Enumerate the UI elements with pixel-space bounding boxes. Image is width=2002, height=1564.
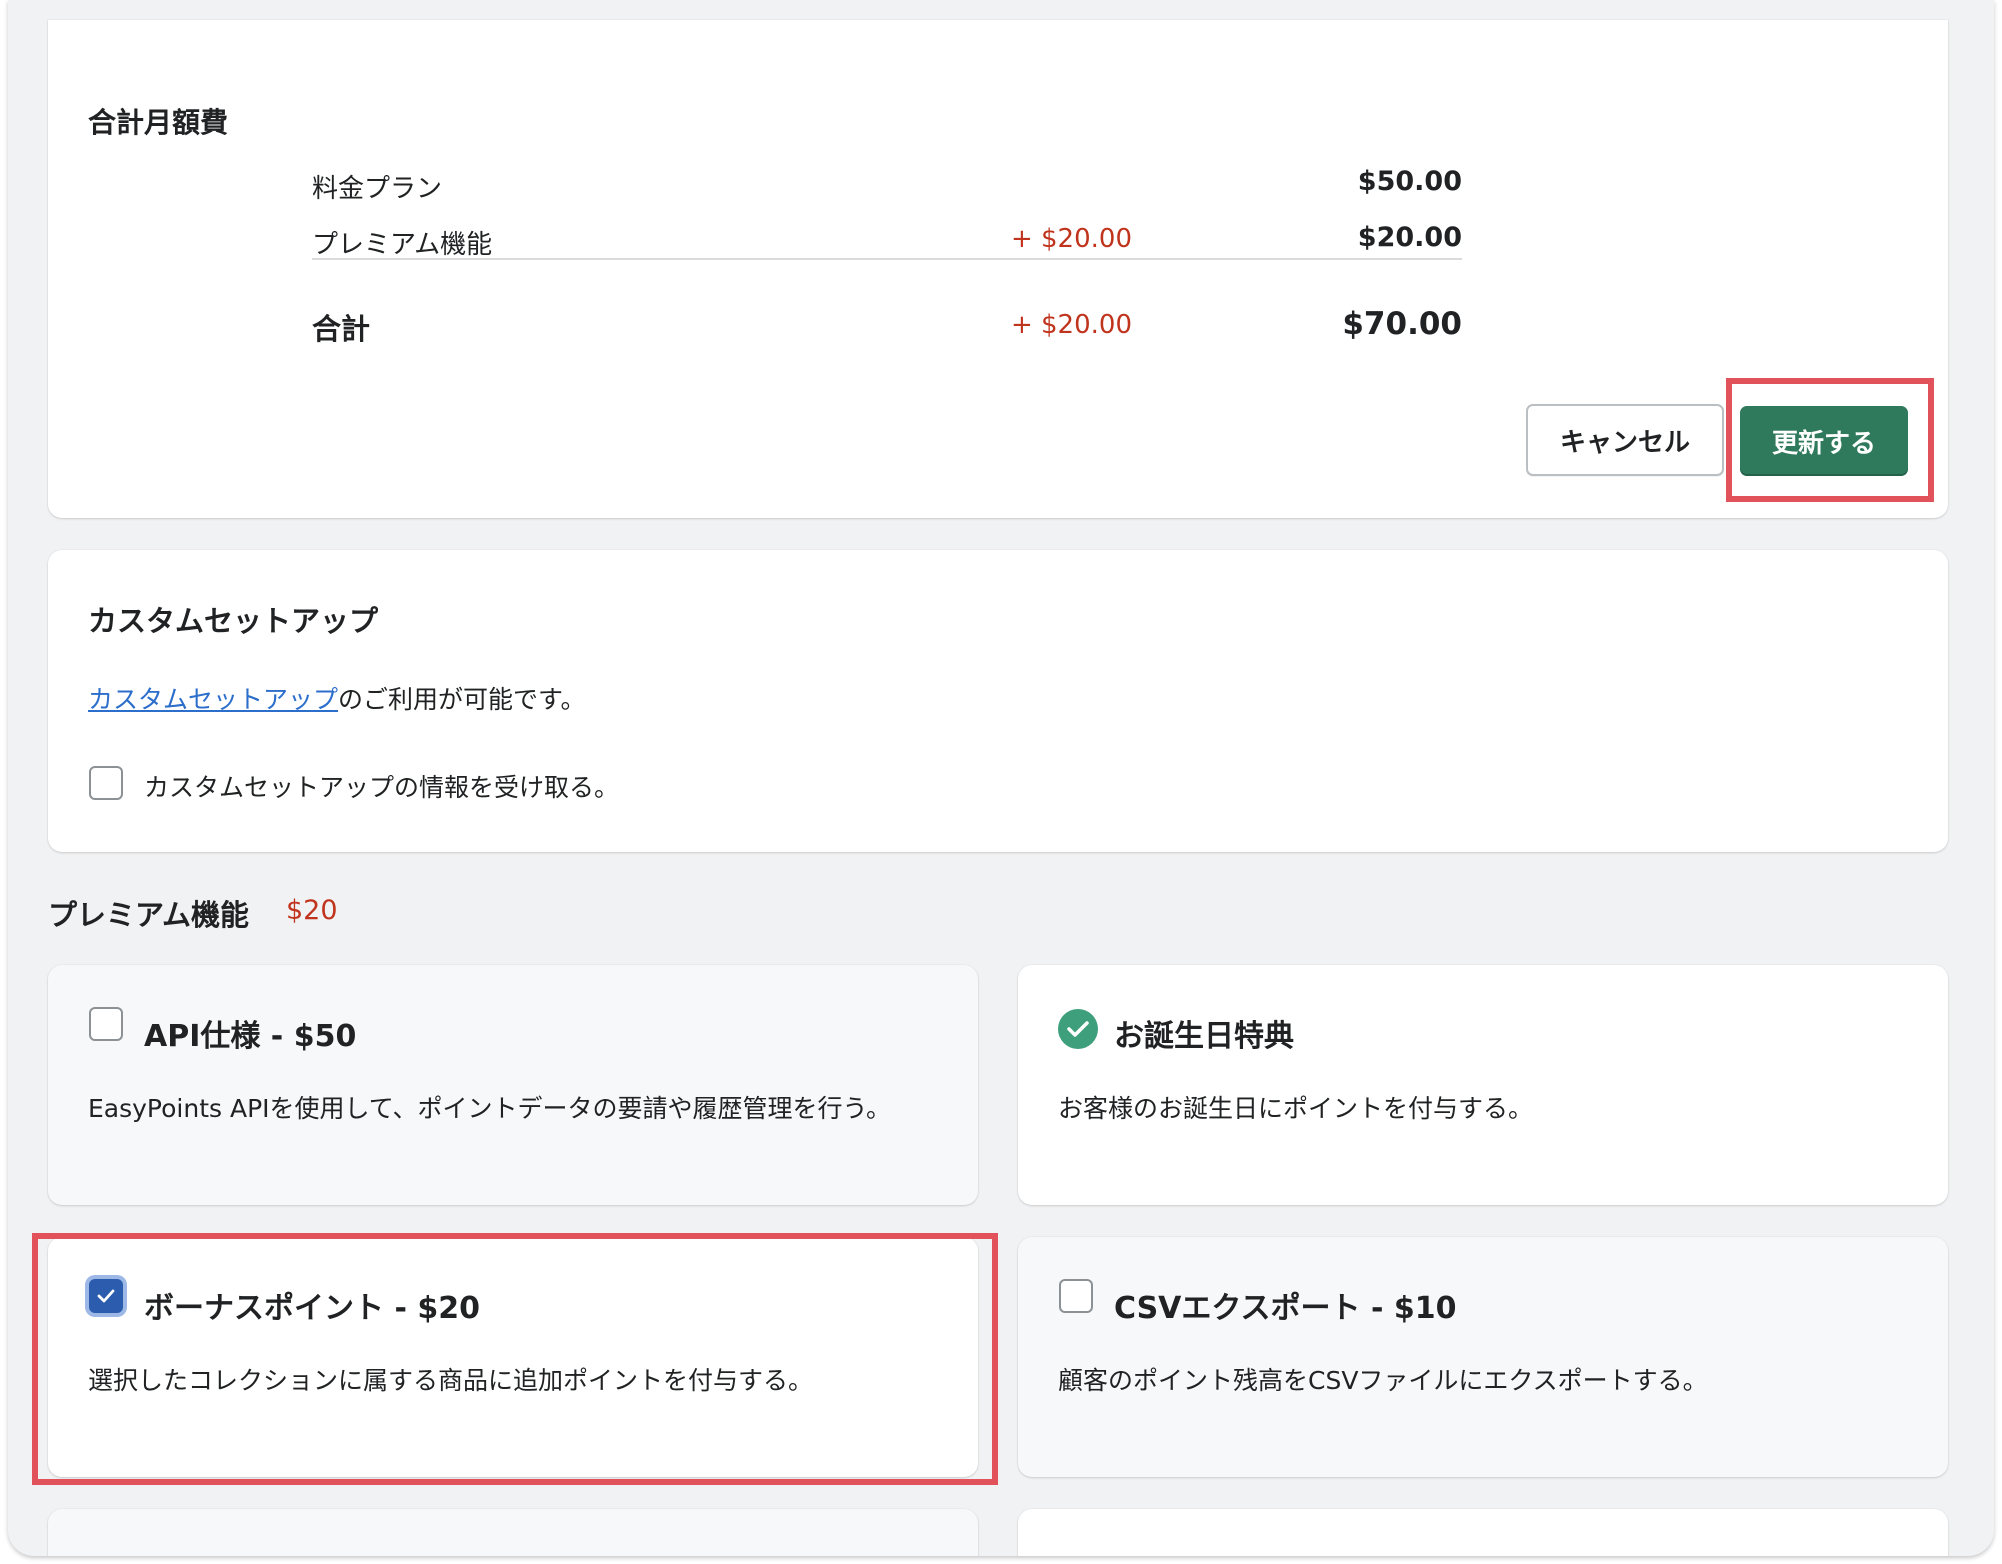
feature-checkbox-api[interactable] [89, 1007, 123, 1041]
custom-setup-text-suffix: のご利用が可能です。 [338, 685, 586, 714]
custom-setup-title: カスタムセットアップ [88, 604, 379, 638]
feature-title-csv-export: CSVエクスポート - $10 [1114, 1291, 1457, 1326]
cancel-button[interactable]: キャンセル [1526, 404, 1724, 476]
feature-card-api[interactable]: API仕様 - $50 EasyPoints APIを使用して、ポイントデータの… [48, 965, 978, 1205]
total-change: + $20.00 [1010, 310, 1132, 340]
feature-card-partial-right [1018, 1509, 1948, 1556]
app-frame: 合計月額費 料金プラン $50.00 プレミアム機能 + $20.00 $20.… [8, 0, 1994, 1556]
custom-setup-card: カスタムセットアップ カスタムセットアップのご利用が可能です。 カスタムセットア… [48, 550, 1948, 852]
feature-desc-csv-export: 顧客のポイント残高をCSVファイルにエクスポートする。 [1058, 1366, 1708, 1395]
feature-title-birthday: お誕生日特典 [1114, 1019, 1294, 1054]
total-amount: $70.00 [1342, 306, 1462, 342]
custom-setup-link[interactable]: カスタムセットアップ [88, 685, 338, 714]
feature-desc-api: EasyPoints APIを使用して、ポイントデータの要請や履歴管理を行う。 [88, 1094, 892, 1123]
plan-row-amount: $50.00 [1357, 166, 1462, 197]
premium-row-amount: $20.00 [1357, 222, 1462, 253]
custom-setup-checkbox-label: カスタムセットアップの情報を受け取る。 [144, 773, 620, 802]
premium-heading-price: $20 [286, 895, 338, 926]
custom-setup-checkbox[interactable] [89, 766, 123, 800]
total-label: 合計 [312, 312, 371, 346]
summary-title: 合計月額費 [88, 106, 229, 139]
premium-row-label: プレミアム機能 [312, 230, 493, 260]
update-button-highlight [1726, 378, 1934, 502]
feature-desc-birthday: お客様のお誕生日にポイントを付与する。 [1058, 1094, 1534, 1123]
summary-divider [312, 258, 1462, 260]
bonus-points-highlight [32, 1233, 998, 1485]
feature-card-csv-export[interactable]: CSVエクスポート - $10 顧客のポイント残高をCSVファイルにエクスポート… [1018, 1237, 1948, 1477]
custom-setup-text: カスタムセットアップのご利用が可能です。 [88, 680, 586, 716]
premium-heading: プレミアム機能 [48, 898, 249, 932]
premium-row-change: + $20.00 [1010, 224, 1132, 254]
check-circle-icon [1058, 1009, 1098, 1049]
feature-card-birthday[interactable]: お誕生日特典 お客様のお誕生日にポイントを付与する。 [1018, 965, 1948, 1205]
feature-checkbox-csv-export[interactable] [1059, 1279, 1093, 1313]
feature-card-partial-left [48, 1509, 978, 1556]
feature-title-api: API仕様 - $50 [144, 1019, 357, 1054]
monthly-total-card: 合計月額費 料金プラン $50.00 プレミアム機能 + $20.00 $20.… [48, 20, 1948, 518]
plan-row-label: 料金プラン [312, 174, 443, 204]
